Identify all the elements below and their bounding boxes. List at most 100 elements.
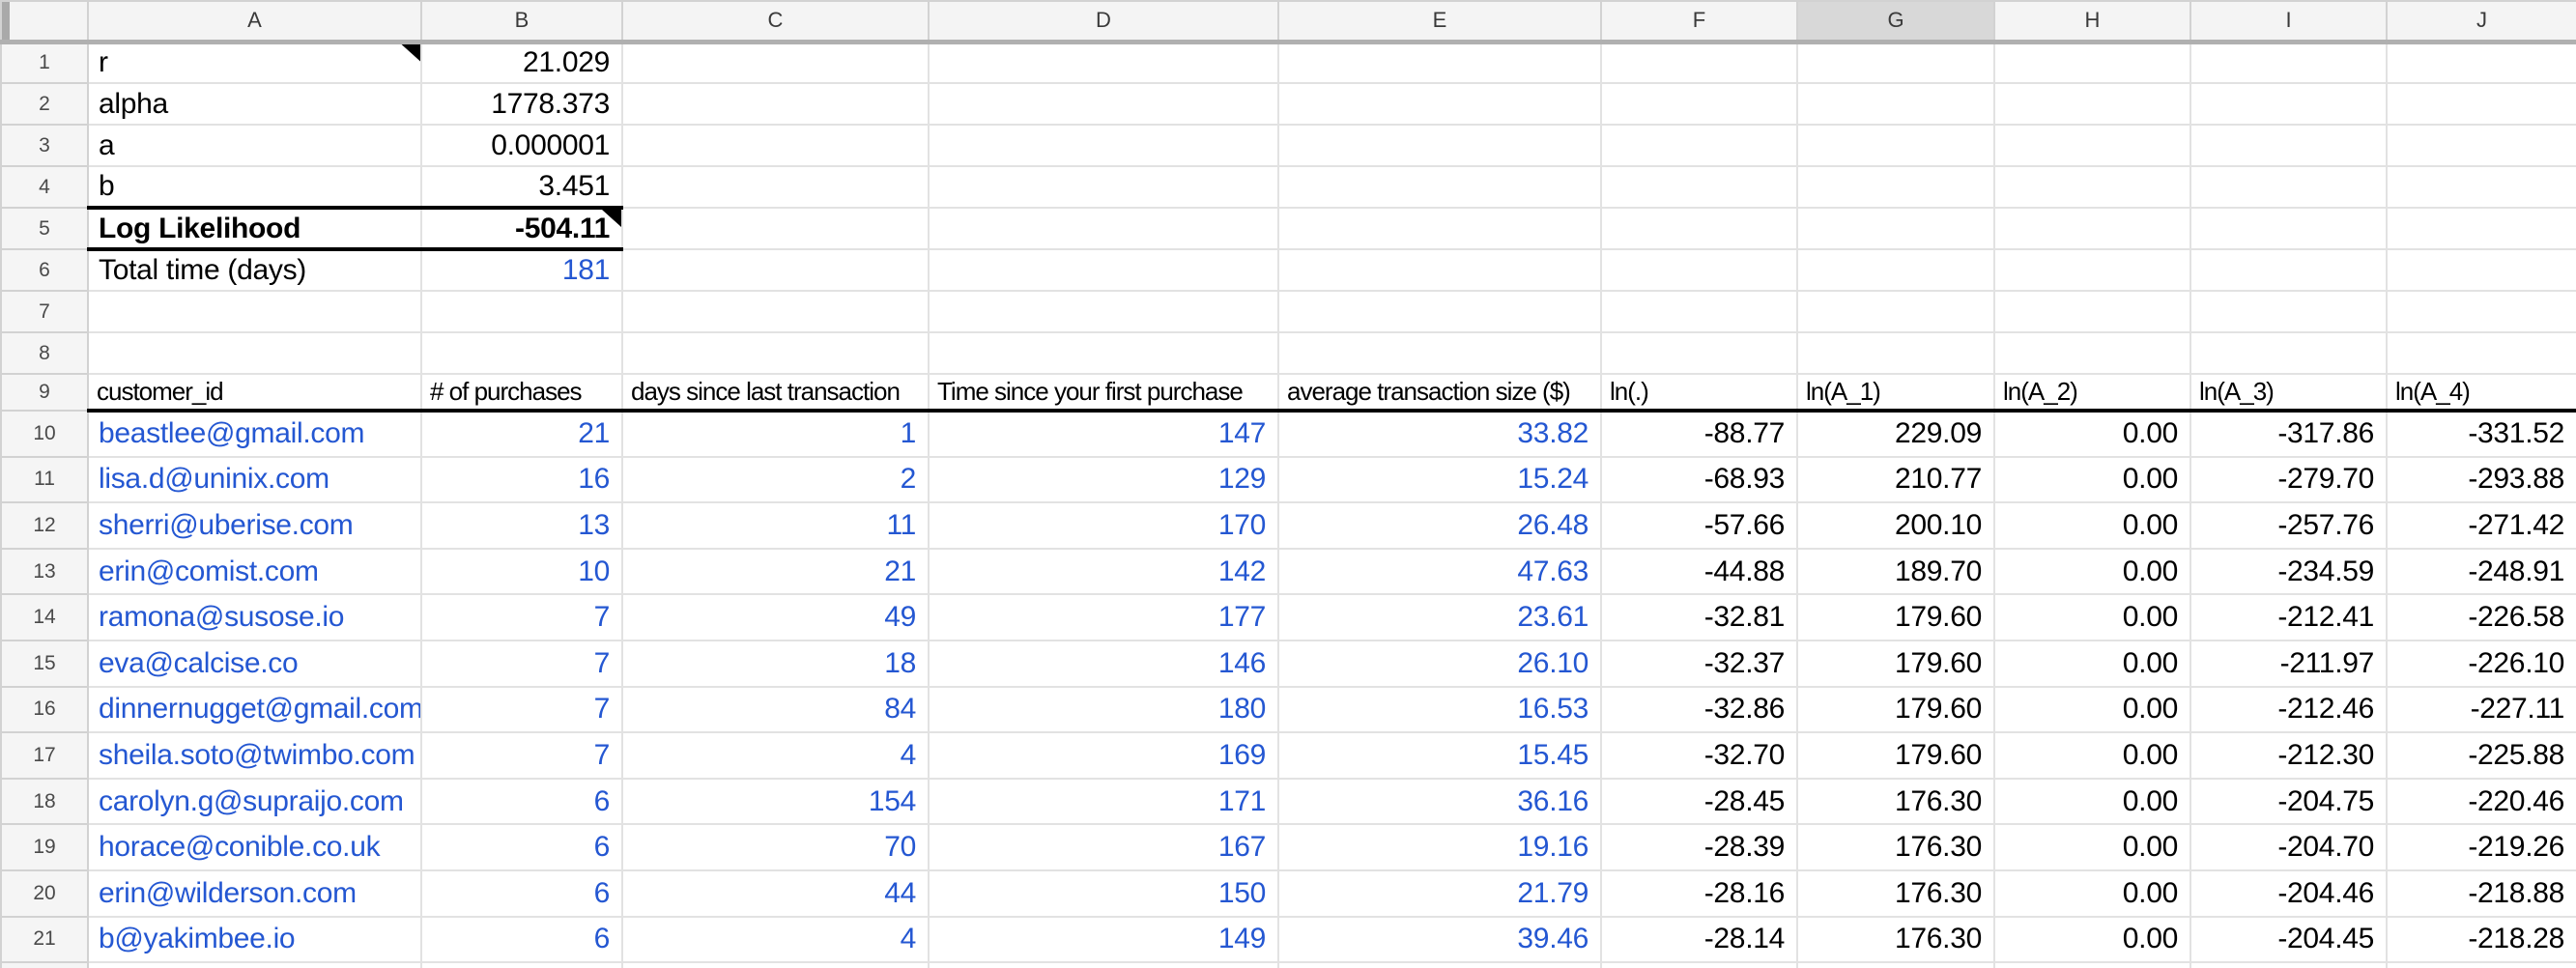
cell-E2[interactable]: [1278, 83, 1601, 125]
cell-H9[interactable]: ln(A_2): [1994, 374, 2190, 411]
cell-F9[interactable]: ln(.): [1601, 374, 1797, 411]
cell-J20[interactable]: -218.88: [2387, 870, 2576, 917]
cell-I1[interactable]: [2190, 42, 2387, 83]
cell-A5[interactable]: Log Likelihood: [88, 208, 421, 249]
cell-C13[interactable]: 21: [622, 549, 929, 595]
cell-D12[interactable]: 170: [929, 502, 1278, 549]
cell-H1[interactable]: [1994, 42, 2190, 83]
cell-C21[interactable]: 4: [622, 917, 929, 963]
cell-D11[interactable]: 129: [929, 457, 1278, 503]
cell-F4[interactable]: [1601, 166, 1797, 208]
cell-A9[interactable]: customer_id: [88, 374, 421, 411]
cell-F10[interactable]: -88.77: [1601, 411, 1797, 457]
cell-I20[interactable]: -204.46: [2190, 870, 2387, 917]
row-header-12[interactable]: 12: [1, 502, 88, 549]
cell-J4[interactable]: [2387, 166, 2576, 208]
cell-G5[interactable]: [1797, 208, 1994, 249]
row-header-4[interactable]: 4: [1, 166, 88, 208]
row-header-3[interactable]: 3: [1, 125, 88, 166]
cell-A17[interactable]: sheila.soto@twimbo.com: [88, 732, 421, 779]
cell-I21[interactable]: -204.45: [2190, 917, 2387, 963]
cell-J11[interactable]: -293.88: [2387, 457, 2576, 503]
cell-G14[interactable]: 179.60: [1797, 594, 1994, 641]
cell-I6[interactable]: [2190, 249, 2387, 291]
cell-A20[interactable]: erin@wilderson.com: [88, 870, 421, 917]
cell-C18[interactable]: 154: [622, 779, 929, 825]
column-header-B[interactable]: B: [421, 1, 622, 42]
cell-J5[interactable]: [2387, 208, 2576, 249]
cell-I12[interactable]: -257.76: [2190, 502, 2387, 549]
cell-A15[interactable]: eva@calcise.co: [88, 641, 421, 687]
cell-E22[interactable]: [1278, 962, 1601, 968]
row-header-19[interactable]: 19: [1, 824, 88, 870]
cell-F21[interactable]: -28.14: [1601, 917, 1797, 963]
cell-C2[interactable]: [622, 83, 929, 125]
cell-H21[interactable]: 0.00: [1994, 917, 2190, 963]
cell-C16[interactable]: 84: [622, 687, 929, 733]
row-header-16[interactable]: 16: [1, 687, 88, 733]
cell-E20[interactable]: 21.79: [1278, 870, 1601, 917]
cell-J8[interactable]: [2387, 332, 2576, 374]
cell-A11[interactable]: lisa.d@uninix.com: [88, 457, 421, 503]
cell-B4[interactable]: 3.451: [421, 166, 622, 208]
column-header-A[interactable]: A: [88, 1, 421, 42]
cell-C11[interactable]: 2: [622, 457, 929, 503]
cell-D1[interactable]: [929, 42, 1278, 83]
cell-A12[interactable]: sherri@uberise.com: [88, 502, 421, 549]
cell-E17[interactable]: 15.45: [1278, 732, 1601, 779]
cell-I9[interactable]: ln(A_3): [2190, 374, 2387, 411]
cell-C15[interactable]: 18: [622, 641, 929, 687]
select-all-corner[interactable]: [1, 1, 88, 42]
cell-D8[interactable]: [929, 332, 1278, 374]
cell-F13[interactable]: -44.88: [1601, 549, 1797, 595]
cell-J13[interactable]: -248.91: [2387, 549, 2576, 595]
cell-E6[interactable]: [1278, 249, 1601, 291]
row-header-22[interactable]: [1, 962, 88, 968]
cell-E11[interactable]: 15.24: [1278, 457, 1601, 503]
cell-F22[interactable]: [1601, 962, 1797, 968]
row-header-14[interactable]: 14: [1, 594, 88, 641]
cell-G11[interactable]: 210.77: [1797, 457, 1994, 503]
cell-F1[interactable]: [1601, 42, 1797, 83]
cell-G13[interactable]: 189.70: [1797, 549, 1994, 595]
cell-F18[interactable]: -28.45: [1601, 779, 1797, 825]
cell-G18[interactable]: 176.30: [1797, 779, 1994, 825]
column-header-H[interactable]: H: [1994, 1, 2190, 42]
column-header-C[interactable]: C: [622, 1, 929, 42]
cell-I3[interactable]: [2190, 125, 2387, 166]
cell-J3[interactable]: [2387, 125, 2576, 166]
cell-J19[interactable]: -219.26: [2387, 824, 2576, 870]
cell-B12[interactable]: 13: [421, 502, 622, 549]
cell-G15[interactable]: 179.60: [1797, 641, 1994, 687]
cell-J17[interactable]: -225.88: [2387, 732, 2576, 779]
cell-H17[interactable]: 0.00: [1994, 732, 2190, 779]
cell-B16[interactable]: 7: [421, 687, 622, 733]
cell-A8[interactable]: [88, 332, 421, 374]
cell-E3[interactable]: [1278, 125, 1601, 166]
cell-G9[interactable]: ln(A_1): [1797, 374, 1994, 411]
cell-C8[interactable]: [622, 332, 929, 374]
cell-C6[interactable]: [622, 249, 929, 291]
cell-G6[interactable]: [1797, 249, 1994, 291]
cell-A19[interactable]: horace@conible.co.uk: [88, 824, 421, 870]
cell-G10[interactable]: 229.09: [1797, 411, 1994, 457]
cell-G22[interactable]: [1797, 962, 1994, 968]
cell-F8[interactable]: [1601, 332, 1797, 374]
cell-H5[interactable]: [1994, 208, 2190, 249]
cell-J15[interactable]: -226.10: [2387, 641, 2576, 687]
cell-J9[interactable]: ln(A_4): [2387, 374, 2576, 411]
cell-A21[interactable]: b@yakimbee.io: [88, 917, 421, 963]
cell-F20[interactable]: -28.16: [1601, 870, 1797, 917]
cell-G21[interactable]: 176.30: [1797, 917, 1994, 963]
cell-H20[interactable]: 0.00: [1994, 870, 2190, 917]
cell-A13[interactable]: erin@comist.com: [88, 549, 421, 595]
cell-D17[interactable]: 169: [929, 732, 1278, 779]
row-header-17[interactable]: 17: [1, 732, 88, 779]
cell-H13[interactable]: 0.00: [1994, 549, 2190, 595]
cell-I8[interactable]: [2190, 332, 2387, 374]
cell-I5[interactable]: [2190, 208, 2387, 249]
cell-A22[interactable]: [88, 962, 421, 968]
cell-H22[interactable]: [1994, 962, 2190, 968]
cell-B7[interactable]: [421, 291, 622, 332]
cell-E5[interactable]: [1278, 208, 1601, 249]
